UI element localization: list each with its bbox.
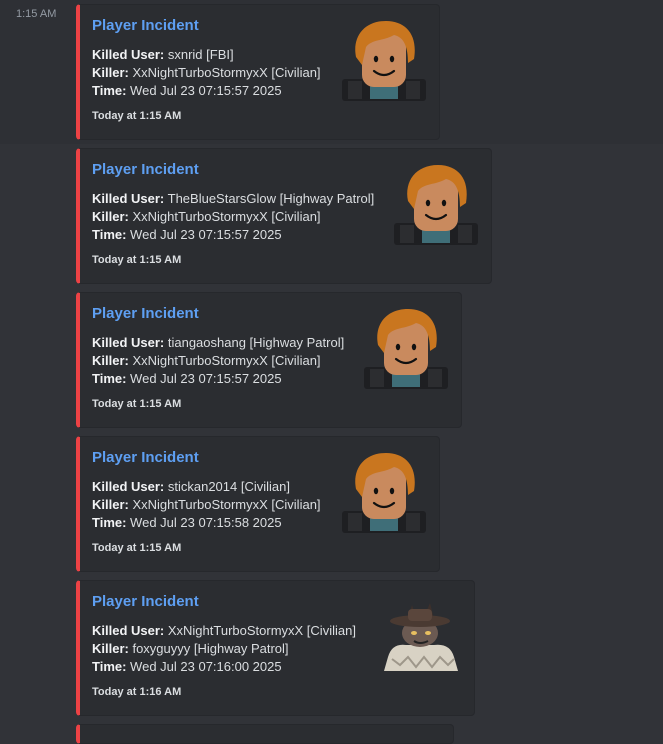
roblox-avatar-icon[interactable] <box>342 17 426 101</box>
embed-footer: Today at 1:16 AM <box>92 686 182 698</box>
embed-footer: Today at 1:15 AM <box>92 254 182 266</box>
embed-footer: Today at 1:15 AM <box>92 398 182 410</box>
embed-title: Player Incident <box>92 305 199 322</box>
killer-field: Killer: XxNightTurboStormyxX [Civilian] <box>92 353 321 368</box>
time-field: Time: Wed Jul 23 07:15:57 2025 <box>92 227 282 242</box>
killer-field: Killer: XxNightTurboStormyxX [Civilian] <box>92 497 321 512</box>
embed-card: Player Incident Killed User: XxNightTurb… <box>76 580 475 716</box>
killed-user-field: Killed User: tiangaoshang [Highway Patro… <box>92 335 345 350</box>
time-field: Time: Wed Jul 23 07:16:00 2025 <box>92 659 282 674</box>
killer-field: Killer: XxNightTurboStormyxX [Civilian] <box>92 65 321 80</box>
killed-user-field: Killed User: sxnrid [FBI] <box>92 47 234 62</box>
killed-user-field: Killed User: XxNightTurboStormyxX [Civil… <box>92 623 356 638</box>
embed-card: Player Incident Killed User: tiangaoshan… <box>76 292 462 428</box>
embed-footer: Today at 1:15 AM <box>92 542 182 554</box>
embed-card: Player Incident Killed User: sxnrid [FBI… <box>76 4 440 140</box>
time-field: Time: Wed Jul 23 07:15:57 2025 <box>92 371 282 386</box>
time-field: Time: Wed Jul 23 07:15:57 2025 <box>92 83 282 98</box>
killer-field: Killer: foxyguyyy [Highway Patrol] <box>92 641 289 656</box>
cowboy-avatar-icon[interactable] <box>378 595 462 679</box>
embed-title: Player Incident <box>92 17 199 34</box>
killed-user-field: Killed User: TheBlueStarsGlow [Highway P… <box>92 191 375 206</box>
time-field: Time: Wed Jul 23 07:15:58 2025 <box>92 515 282 530</box>
embed-title: Player Incident <box>92 449 199 466</box>
embed-title: Player Incident <box>92 593 199 610</box>
roblox-avatar-icon[interactable] <box>394 161 478 245</box>
roblox-avatar-icon[interactable] <box>364 305 448 389</box>
embed-card: Player Incident Killed User: stickan2014… <box>76 436 440 572</box>
roblox-avatar-icon[interactable] <box>342 449 426 533</box>
embed-card-partial <box>76 724 454 744</box>
embed-footer: Today at 1:15 AM <box>92 110 182 122</box>
killer-field: Killer: XxNightTurboStormyxX [Civilian] <box>92 209 321 224</box>
embed-card: Player Incident Killed User: TheBlueStar… <box>76 148 492 284</box>
killed-user-field: Killed User: stickan2014 [Civilian] <box>92 479 290 494</box>
message-timestamp[interactable]: 1:15 AM <box>16 8 56 20</box>
embed-title: Player Incident <box>92 161 199 178</box>
